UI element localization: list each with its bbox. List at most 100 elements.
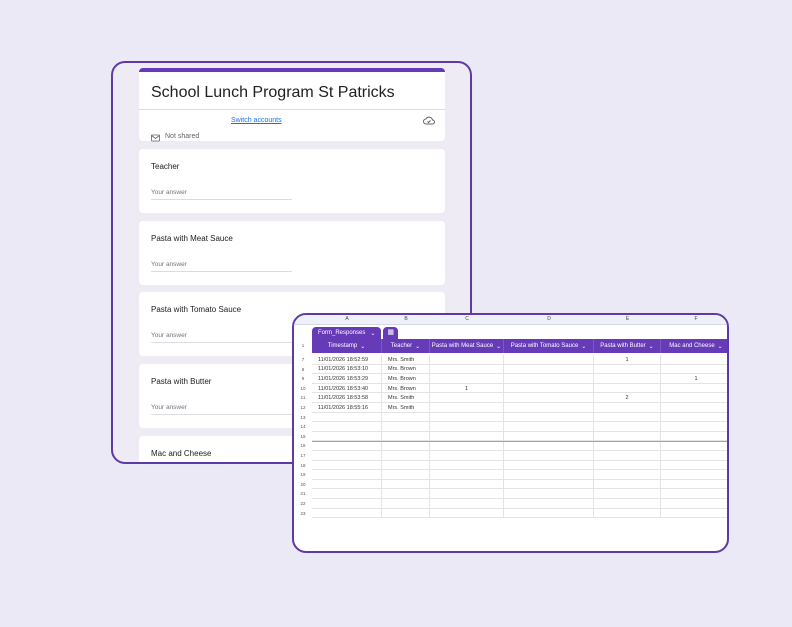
row-number[interactable]: 10: [294, 386, 312, 391]
table-cell[interactable]: [430, 364, 504, 375]
table-cell[interactable]: [504, 431, 594, 442]
table-cell[interactable]: [661, 384, 727, 394]
table-cell[interactable]: [382, 489, 430, 499]
table-cell[interactable]: 2: [594, 393, 661, 403]
table-cell[interactable]: [594, 431, 661, 442]
caret-down-icon[interactable]: ⌄: [581, 343, 586, 350]
row-number[interactable]: 8: [294, 367, 312, 372]
caret-down-icon[interactable]: ⌄: [370, 330, 375, 337]
table-cell[interactable]: 1: [430, 383, 504, 394]
table-cell[interactable]: [382, 499, 430, 509]
header-pasta-tomato-sauce[interactable]: Pasta with Tomato Sauce ⌄: [504, 339, 594, 353]
table-cell[interactable]: [382, 441, 430, 451]
answer-input[interactable]: Your answer: [151, 189, 292, 200]
table-cell[interactable]: [504, 451, 594, 461]
row-number[interactable]: 20: [294, 482, 312, 487]
column-letter[interactable]: E: [594, 316, 661, 322]
table-cell[interactable]: [594, 412, 661, 423]
table-cell[interactable]: [430, 508, 504, 519]
table-cell[interactable]: [430, 403, 504, 413]
header-pasta-butter[interactable]: Pasta with Butter ⌄: [594, 339, 661, 353]
table-cell[interactable]: [594, 460, 661, 471]
table-cell[interactable]: [430, 451, 504, 461]
row-number[interactable]: 17: [294, 453, 312, 458]
header-teacher[interactable]: Teacher ⌄: [382, 339, 430, 353]
table-cell[interactable]: [430, 412, 504, 423]
table-cell[interactable]: [312, 499, 382, 509]
table-cell[interactable]: [594, 383, 661, 394]
table-cell[interactable]: [661, 432, 727, 442]
header-pasta-meat-sauce[interactable]: Pasta with Meat Sauce ⌄: [430, 339, 504, 353]
row-number[interactable]: 19: [294, 472, 312, 477]
table-cell[interactable]: [312, 470, 382, 480]
row-number[interactable]: 11: [294, 395, 312, 400]
table-cell[interactable]: [312, 451, 382, 461]
column-letter[interactable]: D: [504, 316, 594, 322]
table-cell[interactable]: [430, 489, 504, 499]
table-cell[interactable]: [382, 412, 430, 423]
table-cell[interactable]: [504, 489, 594, 499]
table-cell[interactable]: [594, 470, 661, 480]
table-cell[interactable]: [661, 509, 727, 519]
table-cell[interactable]: [504, 499, 594, 509]
table-cell[interactable]: [430, 460, 504, 471]
switch-accounts-link[interactable]: Switch accounts: [231, 117, 282, 124]
caret-down-icon[interactable]: ⌄: [360, 343, 365, 350]
table-cell[interactable]: [382, 451, 430, 461]
table-cell[interactable]: [661, 441, 727, 451]
table-cell[interactable]: [312, 412, 382, 423]
table-cell[interactable]: [504, 479, 594, 490]
table-cell[interactable]: [661, 403, 727, 413]
table-cell[interactable]: Mrs. Brown: [382, 364, 430, 375]
table-cell[interactable]: Mrs. Smith: [382, 403, 430, 413]
table-cell[interactable]: [504, 441, 594, 451]
table-cell[interactable]: [312, 422, 382, 432]
caret-down-icon[interactable]: ⌄: [415, 343, 420, 350]
table-cell[interactable]: [382, 470, 430, 480]
table-cell[interactable]: [312, 479, 382, 490]
row-number[interactable]: 1: [294, 343, 312, 348]
table-cell[interactable]: [594, 489, 661, 499]
row-number[interactable]: 16: [294, 443, 312, 448]
table-cell[interactable]: [430, 393, 504, 403]
table-cell[interactable]: [430, 479, 504, 490]
table-cell[interactable]: [504, 508, 594, 519]
table-cell[interactable]: [504, 470, 594, 480]
table-cell[interactable]: [312, 489, 382, 499]
row-number[interactable]: 22: [294, 501, 312, 506]
table-cell[interactable]: 1: [594, 355, 661, 365]
caret-down-icon[interactable]: ⌄: [718, 343, 723, 350]
table-cell[interactable]: [382, 422, 430, 432]
answer-input[interactable]: Your answer: [151, 261, 292, 272]
table-cell[interactable]: [594, 422, 661, 432]
table-cell[interactable]: [430, 422, 504, 432]
table-cell[interactable]: [594, 364, 661, 375]
table-cell[interactable]: [661, 413, 727, 423]
table-cell[interactable]: [430, 441, 504, 451]
column-letter[interactable]: C: [430, 316, 504, 322]
column-letter[interactable]: A: [312, 316, 382, 322]
table-cell[interactable]: 11/01/2026 18:53:58: [312, 393, 382, 403]
table-cell[interactable]: [661, 461, 727, 471]
table-cell[interactable]: Mrs. Brown: [382, 374, 430, 384]
table-cell[interactable]: [594, 451, 661, 461]
header-mac-and-cheese[interactable]: Mac and Cheese ⌄: [661, 339, 727, 353]
table-icon[interactable]: ▦: [383, 327, 399, 339]
table-cell[interactable]: [504, 383, 594, 394]
column-letter[interactable]: F: [661, 316, 727, 322]
table-cell[interactable]: Mrs. Smith: [382, 393, 430, 403]
table-cell[interactable]: [312, 431, 382, 442]
table-cell[interactable]: [382, 431, 430, 442]
table-cell[interactable]: [504, 422, 594, 432]
column-letter[interactable]: B: [382, 316, 430, 322]
table-cell[interactable]: [661, 499, 727, 509]
row-number[interactable]: 14: [294, 424, 312, 429]
table-cell[interactable]: [594, 499, 661, 509]
table-cell[interactable]: [661, 451, 727, 461]
table-cell[interactable]: [382, 508, 430, 519]
row-number[interactable]: 12: [294, 405, 312, 410]
row-number[interactable]: 15: [294, 434, 312, 439]
table-cell[interactable]: 1: [661, 374, 727, 384]
row-number[interactable]: 13: [294, 415, 312, 420]
table-cell[interactable]: [504, 393, 594, 403]
